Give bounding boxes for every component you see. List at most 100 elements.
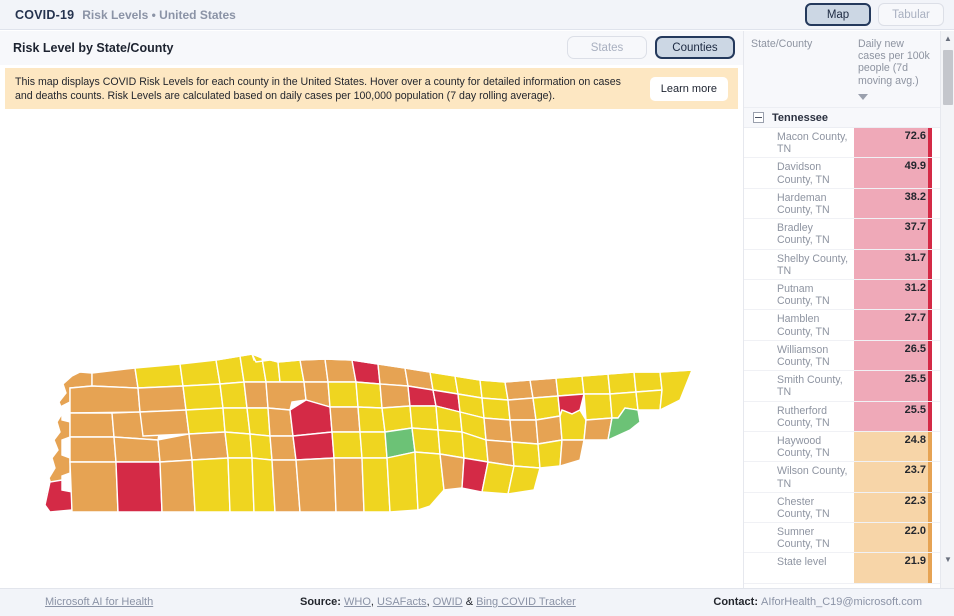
table-cell-value: 27.7: [854, 310, 932, 340]
app-brand: COVID-19: [15, 7, 75, 22]
collapse-minus-icon[interactable]: [753, 112, 764, 123]
panel-header: Risk Level by State/County States Counti…: [0, 31, 743, 65]
table-cell-value: 24.8: [854, 431, 932, 462]
map-legend: Risk Levels: Green Yellow Orange Red: [0, 550, 743, 588]
table-cell-county-name: State level: [777, 556, 827, 569]
risk-level-accent-bar: [928, 401, 932, 431]
tab-counties[interactable]: Counties: [655, 36, 735, 59]
table-row[interactable]: Rutherford County, TN 25.5: [744, 401, 954, 432]
footer-link-usafacts[interactable]: USAFacts: [377, 596, 427, 608]
scope-toggle-group: States Counties: [567, 36, 735, 59]
table-cell-county-name: Davidson County, TN: [777, 161, 830, 186]
risk-level-accent-bar: [928, 279, 932, 310]
app-subtitle: Risk Levels • United States: [82, 7, 236, 22]
sort-descending-icon[interactable]: [858, 94, 868, 100]
table-cell-county-name: Putnam County, TN: [777, 282, 830, 308]
table-row[interactable]: Davidson County, TN 49.9: [744, 158, 954, 189]
table-row[interactable]: Hamblen County, TN 27.7: [744, 310, 954, 341]
table-cell-county-name: Chester County, TN: [777, 495, 830, 520]
table-cell-county-name: Macon County, TN: [777, 131, 848, 156]
table-cell-value: 25.5: [854, 371, 932, 401]
table-cell-county-name: Hamblen County, TN: [777, 313, 830, 338]
table-row[interactable]: Haywood County, TN 24.8: [744, 431, 954, 463]
tab-states[interactable]: States: [567, 36, 647, 59]
table-cell-county-name: Hardeman County, TN: [777, 191, 830, 216]
county-table-panel: State/County Daily new cases per 100k pe…: [743, 31, 954, 588]
scroll-down-icon[interactable]: ▼: [941, 552, 954, 566]
risk-level-accent-bar: [928, 553, 932, 583]
table-cell-county-name: Rutherford County, TN: [777, 404, 830, 429]
risk-level-accent-bar: [928, 310, 932, 340]
table-cell-county-name: Sumner County, TN: [777, 526, 830, 551]
table-row[interactable]: Chester County, TN 22.3: [744, 492, 954, 524]
column-header-daily-cases[interactable]: Daily new cases per 100k people (7d movi…: [854, 31, 932, 107]
table-cell-value: 23.7: [854, 462, 932, 492]
table-row[interactable]: Putnam County, TN 31.2: [744, 279, 954, 311]
table-cell-value: 22.3: [854, 492, 932, 523]
table-cell-county-name: Shelby County, TN: [777, 252, 849, 277]
table-row[interactable]: Macon County, TN 72.6: [744, 128, 954, 159]
scrollbar-thumb[interactable]: [943, 50, 953, 105]
footer-microsoft-link[interactable]: Microsoft AI for Health: [45, 596, 153, 608]
footer-source-label: Source:: [300, 596, 341, 608]
risk-level-accent-bar: [928, 523, 932, 553]
footer-link-who[interactable]: WHO: [344, 596, 371, 608]
table-body: Macon County, TN 72.6 Davidson County, TN 4…: [744, 128, 954, 584]
table-group-label: Tennessee: [772, 111, 829, 124]
table-row[interactable]: Williamson County, TN 26.5: [744, 340, 954, 372]
risk-level-accent-bar: [928, 128, 932, 158]
table-row[interactable]: Shelby County, TN 31.7: [744, 249, 954, 280]
table-cell-county-name: Williamson County, TN: [777, 343, 830, 368]
tab-tabular[interactable]: Tabular: [878, 3, 944, 26]
table-row[interactable]: Hardeman County, TN 38.2: [744, 188, 954, 220]
app-header: COVID-19 Risk Levels • United States Map…: [0, 0, 954, 30]
table-cell-value: 31.7: [854, 249, 932, 279]
table-row[interactable]: State level 21.9: [744, 553, 954, 584]
risk-level-accent-bar: [928, 219, 932, 249]
info-banner-text: This map displays COVID Risk Levels for …: [15, 75, 621, 102]
covid-risk-dashboard: COVID-19 Risk Levels • United States Map…: [0, 0, 954, 616]
page-title: Risk Level by State/County: [13, 41, 174, 55]
table-cell-county-name: Wilson County, TN: [777, 465, 848, 490]
column-header-state-county[interactable]: State/County: [744, 31, 854, 107]
table-cell-value: 26.5: [854, 340, 932, 371]
risk-level-accent-bar: [928, 158, 932, 188]
table-cell-county-name: Bradley County, TN: [777, 222, 830, 247]
risk-level-accent-bar: [928, 371, 932, 401]
footer-source-amp: &: [465, 596, 474, 608]
table-row[interactable]: Smith County, TN 25.5: [744, 371, 954, 402]
tennessee-county-map[interactable]: [0, 110, 743, 550]
risk-level-accent-bar: [928, 340, 932, 371]
app-footer: Microsoft AI for Health Source: WHO, USA…: [0, 588, 954, 616]
risk-level-accent-bar: [928, 188, 932, 219]
table-cell-value: 22.0: [854, 523, 932, 553]
tab-map[interactable]: Map: [805, 3, 871, 26]
table-row[interactable]: Wilson County, TN 23.7: [744, 462, 954, 493]
risk-level-accent-bar: [928, 249, 932, 279]
table-cell-value: 37.7: [854, 219, 932, 249]
table-row[interactable]: Bradley County, TN 37.7: [744, 219, 954, 250]
learn-more-button[interactable]: Learn more: [649, 76, 728, 101]
table-cell-value: 25.5: [854, 401, 932, 431]
table-cell-value: 49.9: [854, 158, 932, 188]
footer-contact-label: Contact:: [713, 596, 758, 608]
risk-level-accent-bar: [928, 431, 932, 462]
view-toggle-group: Map Tabular: [805, 3, 944, 26]
table-scrollbar[interactable]: ▲ ▼: [940, 31, 954, 588]
footer-contact-email: AIforHealth_C19@microsoft.com: [761, 596, 922, 608]
risk-level-accent-bar: [928, 492, 932, 523]
table-cell-value: 21.9: [854, 553, 932, 583]
table-cell-value: 38.2: [854, 188, 932, 219]
table-group-row-tennessee[interactable]: Tennessee: [744, 108, 954, 128]
table-cell-county-name: Smith County, TN: [777, 374, 843, 399]
table-cell-value: 31.2: [854, 279, 932, 310]
column-header-daily-cases-label: Daily new cases per 100k people (7d movi…: [858, 38, 930, 87]
choropleth-map[interactable]: [0, 110, 743, 550]
scroll-up-icon[interactable]: ▲: [941, 31, 954, 45]
info-banner: This map displays COVID Risk Levels for …: [5, 68, 738, 109]
table-header-row: State/County Daily new cases per 100k pe…: [744, 31, 954, 108]
footer-link-owid[interactable]: OWID: [433, 596, 463, 608]
footer-contact: Contact: AIforHealth_C19@microsoft.com: [713, 596, 922, 608]
footer-link-bing-covid-tracker[interactable]: Bing COVID Tracker: [476, 596, 576, 608]
table-row[interactable]: Sumner County, TN 22.0: [744, 523, 954, 554]
